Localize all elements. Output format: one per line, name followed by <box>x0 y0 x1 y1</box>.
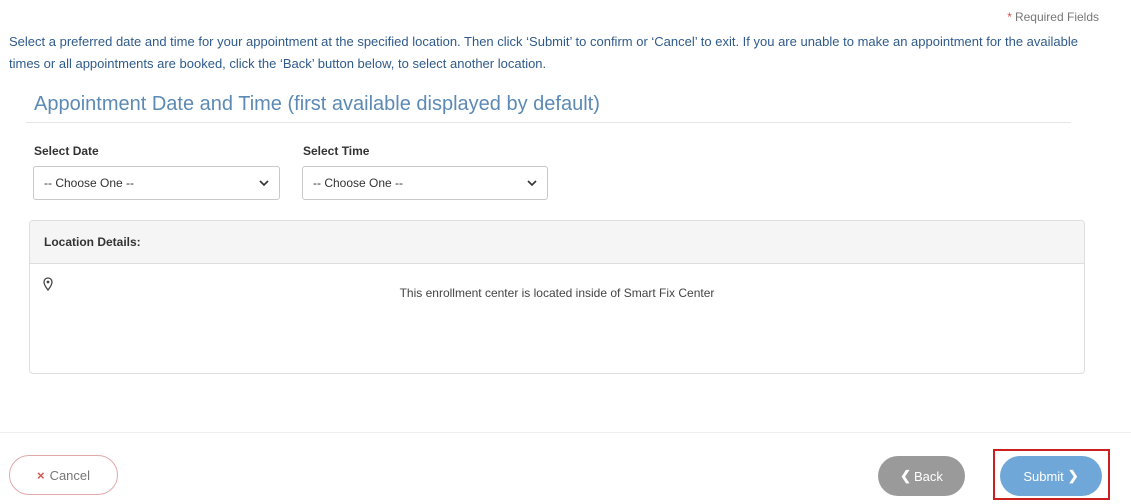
cancel-button-label: Cancel <box>49 467 91 483</box>
section-divider <box>26 122 1071 123</box>
required-fields-note: * Required Fields <box>1007 10 1099 24</box>
location-details-panel: Location Details: This enrollment center… <box>29 220 1085 374</box>
select-time-value: -- Choose One -- <box>313 176 404 190</box>
select-date-value: -- Choose One -- <box>44 176 135 190</box>
back-button-label: Back <box>914 468 943 484</box>
footer-divider <box>0 432 1131 433</box>
chevron-left-icon: ❮ <box>900 468 911 483</box>
required-star: * <box>1007 10 1012 24</box>
required-fields-text: Required Fields <box>1014 10 1099 24</box>
location-description: This enrollment center is located inside… <box>399 286 715 300</box>
close-icon: × <box>36 467 45 483</box>
select-date-label: Select Date <box>34 144 99 158</box>
select-time-dropdown[interactable]: -- Choose One -- <box>302 166 548 200</box>
section-title: Appointment Date and Time (first availab… <box>34 93 600 115</box>
select-date-dropdown[interactable]: -- Choose One -- <box>33 166 280 200</box>
submit-button[interactable]: Submit ❯ <box>1000 456 1102 496</box>
cancel-button[interactable]: × Cancel <box>9 455 118 495</box>
select-time-label: Select Time <box>303 144 370 158</box>
back-button[interactable]: ❮ Back <box>878 456 965 496</box>
chevron-down-icon <box>527 180 537 187</box>
location-details-header: Location Details: <box>30 221 1084 264</box>
chevron-down-icon <box>259 180 269 187</box>
chevron-right-icon: ❯ <box>1067 468 1079 483</box>
submit-button-label: Submit <box>1023 468 1064 484</box>
instructions-text: Select a preferred date and time for you… <box>9 34 1078 71</box>
